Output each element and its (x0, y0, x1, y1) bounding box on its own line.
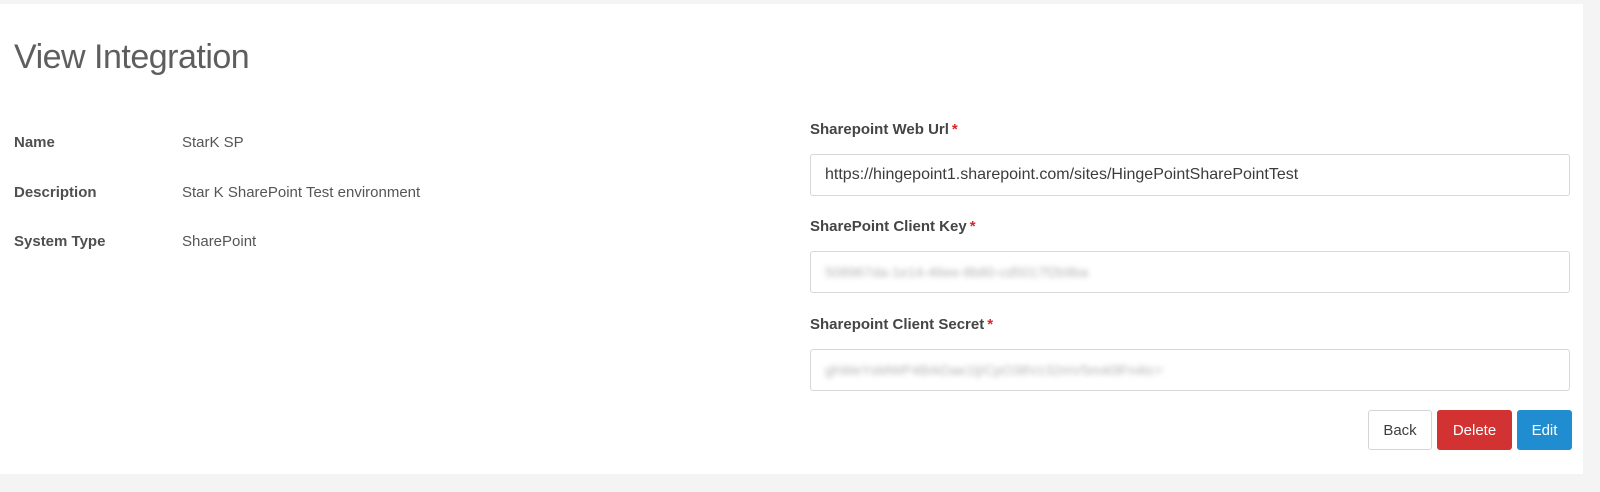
required-indicator: * (987, 316, 994, 333)
client-key-field[interactable]: 508967da-1e14-46ee-8b80-cd5017f2b9ba (810, 251, 1570, 293)
client-secret-label: Sharepoint Client Secret * (810, 316, 993, 333)
back-button[interactable]: Back (1368, 410, 1432, 450)
client-secret-field[interactable]: ghWeYsMWP4BrkDae1lj/CpO38Vz32mV5m40lFn4I… (810, 349, 1570, 391)
client-secret-value: ghWeYsMWP4BrkDae1lj/CpO38Vz32mV5m40lFn4I… (825, 362, 1163, 378)
web-url-label-text: Sharepoint Web Url (810, 121, 949, 138)
client-key-value: 508967da-1e14-46ee-8b80-cd5017f2b9ba (825, 264, 1089, 280)
integration-card: View Integration Name StarK SP Descripti… (0, 4, 1583, 474)
client-key-label: SharePoint Client Key * (810, 218, 976, 235)
web-url-label: Sharepoint Web Url * (810, 121, 958, 138)
detail-value-name: StarK SP (182, 133, 244, 151)
detail-label-system-type: System Type (14, 232, 106, 250)
required-indicator: * (969, 218, 976, 235)
web-url-value: https://hingepoint1.sharepoint.com/sites… (825, 166, 1299, 183)
client-secret-label-text: Sharepoint Client Secret (810, 316, 985, 333)
detail-row-name: Name StarK SP (14, 131, 244, 153)
detail-label-name: Name (14, 133, 55, 151)
edit-button[interactable]: Edit (1517, 410, 1572, 450)
page-title: View Integration (14, 38, 250, 76)
detail-value-system-type: SharePoint (182, 232, 257, 250)
detail-row-description: Description Star K SharePoint Test envir… (14, 181, 420, 203)
client-key-label-text: SharePoint Client Key (810, 218, 967, 235)
delete-button[interactable]: Delete (1437, 410, 1512, 450)
web-url-field[interactable]: https://hingepoint1.sharepoint.com/sites… (810, 154, 1570, 196)
detail-row-system-type: System Type SharePoint (14, 230, 256, 252)
detail-value-description: Star K SharePoint Test environment (182, 183, 421, 201)
required-indicator: * (951, 121, 958, 138)
detail-label-description: Description (14, 183, 97, 201)
